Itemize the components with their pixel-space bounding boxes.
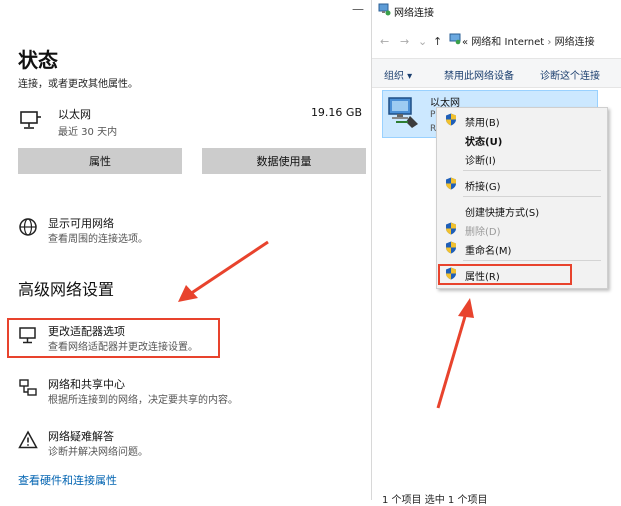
hardware-properties-link[interactable]: 查看硬件和连接属性 [18, 472, 117, 488]
advanced-section-title: 高级网络设置 [18, 280, 115, 299]
ethernet-period: 最近 30 天内 [58, 127, 118, 138]
show-networks-desc: 查看周围的连接选项。 [48, 234, 148, 245]
ethernet-monitor-icon [20, 111, 41, 129]
uac-shield-icon [446, 113, 456, 126]
properties-highlight-box [438, 264, 572, 285]
adapter-highlight-box [7, 318, 220, 358]
up-button[interactable]: ↑ [433, 35, 442, 48]
uac-shield-icon [446, 241, 456, 254]
network-connections-icon [378, 3, 391, 16]
context-menu-item[interactable]: 状态(U) [465, 133, 502, 148]
minimize-button[interactable]: — [352, 2, 364, 16]
context-menu-item[interactable]: 重命名(M) [465, 242, 511, 257]
sharing-center-item[interactable]: 网络和共享中心 根据所连接到的网络，决定要共享的内容。 [18, 376, 278, 408]
context-menu-item[interactable]: 删除(D) [465, 223, 501, 238]
ethernet-status-row: 以太网 最近 30 天内 19.16 GB [18, 106, 368, 140]
back-button[interactable]: ← [380, 35, 389, 48]
breadcrumb-network-connections[interactable]: 网络连接 [555, 37, 595, 48]
sharing-center-desc: 根据所连接到的网络，决定要共享的内容。 [48, 395, 238, 406]
context-menu-item[interactable]: 创建快捷方式(S) [465, 204, 539, 219]
ethernet-data-size: 19.16 GB [310, 106, 362, 119]
sharing-center-title: 网络和共享中心 [48, 378, 125, 391]
page-subtitle: 连接，或者更改其他属性。 [18, 79, 138, 90]
context-menu-item[interactable]: 禁用(B) [465, 114, 500, 129]
address-bar[interactable]: « 网络和 Internet › 网络连接 [462, 33, 595, 48]
page-title: 状态 [18, 48, 58, 72]
troubleshoot-title: 网络疑难解答 [48, 430, 114, 443]
ethernet-name: 以太网 [58, 108, 91, 121]
breadcrumb-overflow[interactable]: « [462, 37, 468, 48]
warning-icon [18, 430, 38, 449]
context-menu-item[interactable]: 桥接(G) [465, 178, 501, 193]
menu-separator [463, 260, 601, 261]
organize-menu[interactable]: 组织 ▾ [384, 67, 412, 82]
explorer-window: 网络连接 ← → ⌄ ↑ « 网络和 Internet › 网络连接 组织 ▾ … [372, 0, 621, 506]
troubleshoot-desc: 诊断并解决网络问题。 [48, 447, 148, 458]
ethernet-adapter-icon [388, 97, 418, 128]
status-bar-text: 1 个项目 选中 1 个项目 [382, 495, 488, 506]
breadcrumb-network-internet[interactable]: 网络和 Internet [471, 37, 544, 48]
explorer-title: 网络连接 [394, 8, 434, 19]
command-toolbar: 组织 ▾ 禁用此网络设备 诊断这个连接 [372, 58, 621, 88]
uac-shield-icon [446, 222, 456, 235]
show-networks-title: 显示可用网络 [48, 217, 114, 230]
menu-separator [463, 196, 601, 197]
context-menu: 禁用(B) 状态(U) 诊断(I) 桥接(G) 创建快捷方式(S) 删除(D) 重命名(M)… [436, 107, 608, 289]
recent-dropdown-button[interactable]: ⌄ [418, 35, 427, 48]
ethernet-item-status: P [430, 110, 436, 120]
diagnose-connection-button[interactable]: 诊断这个连接 [540, 67, 600, 82]
uac-shield-icon [446, 177, 456, 190]
breadcrumb-separator: › [547, 37, 552, 48]
forward-button[interactable]: → [400, 35, 409, 48]
disable-device-button[interactable]: 禁用此网络设备 [444, 67, 514, 82]
menu-separator [463, 170, 601, 171]
settings-pane: — 状态 连接，或者更改其他属性。 以太网 最近 30 天内 19.16 GB … [0, 0, 372, 500]
properties-button[interactable]: 属性 [18, 148, 182, 174]
nav-buttons: ← → ⌄ ↑ [380, 35, 442, 48]
show-networks-item[interactable]: 显示可用网络 查看周围的连接选项。 [18, 215, 218, 247]
control-panel-icon [449, 33, 461, 45]
network-sharing-icon [19, 379, 37, 396]
globe-network-icon [19, 218, 37, 236]
data-usage-button[interactable]: 数据使用量 [202, 148, 366, 174]
context-menu-item[interactable]: 诊断(I) [465, 152, 496, 167]
troubleshoot-item[interactable]: 网络疑难解答 诊断并解决网络问题。 [18, 428, 218, 460]
